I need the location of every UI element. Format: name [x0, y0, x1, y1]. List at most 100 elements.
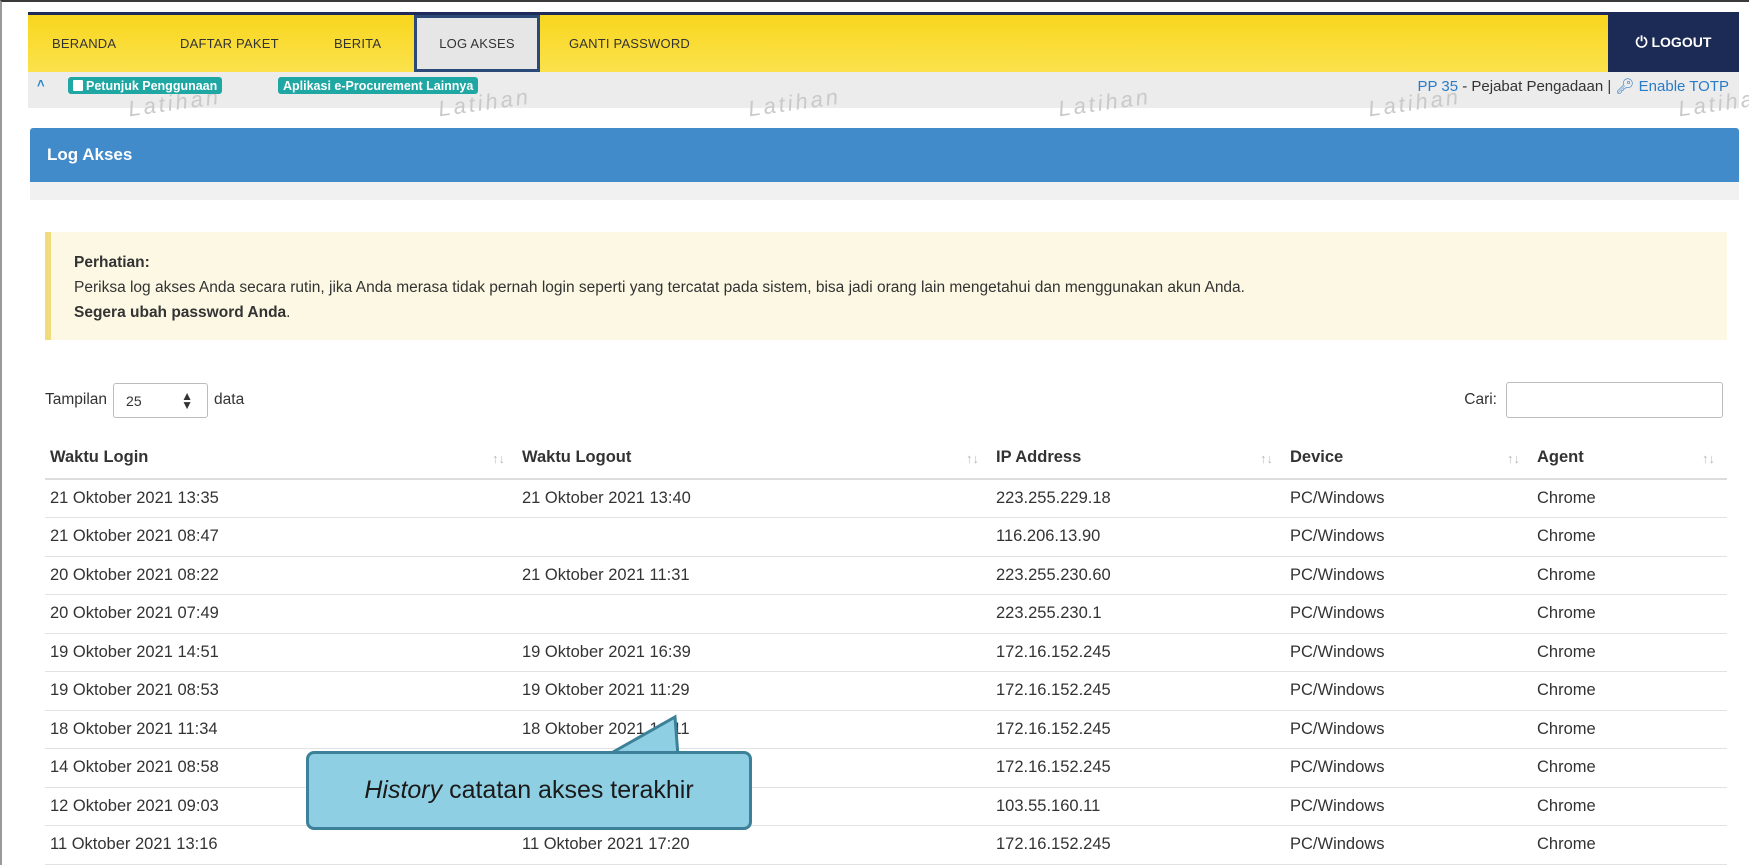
sort-icon: ↑↓ — [1702, 451, 1715, 466]
book-icon — [73, 80, 83, 91]
key-icon: 🔑︎ — [1615, 78, 1639, 95]
cell-ip-address: 172.16.152.245 — [991, 825, 1285, 865]
cell-device: PC/Windows — [1285, 671, 1532, 711]
pp-link[interactable]: PP 35 — [1417, 78, 1458, 95]
page-size-select[interactable]: 25 ▲ ▼ — [113, 382, 209, 418]
alert-emphasis: Segera ubah password Anda — [74, 304, 287, 321]
cell-ip-address: 116.206.13.90 — [991, 517, 1285, 557]
search-control: Cari: — [1464, 382, 1723, 418]
cell-ip-address: 223.255.229.18 — [991, 479, 1285, 518]
panel-title: Log Akses — [30, 128, 1739, 182]
table-row: 20 Oktober 2021 07:49 223.255.230.1 PC/Win… — [45, 594, 1727, 634]
cell-waktu-logout — [517, 594, 991, 634]
cell-waktu-logout: 18 Oktober 2021 12:11 — [517, 710, 991, 749]
table-row: 19 Oktober 2021 14:51 19 Oktober 2021 16:… — [45, 633, 1727, 672]
cell-waktu-logout: 19 Oktober 2021 11:29 — [517, 671, 991, 711]
table-row: 11 Oktober 2021 13:16 11 Oktober 2021 17:… — [45, 825, 1727, 865]
callout-italic: History — [364, 776, 443, 804]
enable-totp-link[interactable]: Enable TOTP — [1639, 78, 1729, 95]
alert-title: Perhatian: — [74, 254, 150, 271]
sub-bar: Latihan Latihan Latihan Latihan Latihan … — [28, 72, 1749, 121]
chevron-up-icon[interactable]: ˄ — [37, 76, 45, 91]
aplikasi-eproc-link[interactable]: Aplikasi e-Procurement Lainnya — [278, 77, 479, 94]
top-navbar: BERANDA DAFTAR PAKET BERITA LOG AKSES GA… — [28, 12, 1739, 72]
cell-agent: Chrome — [1532, 556, 1727, 595]
table-row: 21 Oktober 2021 13:35 21 Oktober 2021 13:… — [45, 479, 1727, 518]
role-text: - Pejabat Pengadaan | — [1458, 78, 1616, 95]
sort-icon: ↑↓ — [966, 451, 979, 466]
alert-body: Periksa log akses Anda secara rutin, jik… — [74, 279, 1245, 296]
cell-waktu-logout: 11 Oktober 2021 17:20 — [517, 825, 991, 865]
cell-waktu-logout: 21 Oktober 2021 11:31 — [517, 556, 991, 595]
sort-arrows-icon: ▲ ▼ — [181, 388, 194, 412]
cell-waktu-login: 20 Oktober 2021 07:49 — [45, 594, 517, 634]
nav-berita[interactable]: BERITA — [334, 15, 381, 72]
col-header-device[interactable]: Device ↑↓ — [1285, 437, 1532, 480]
page-size-control: Tampilan 25 ▲ ▼ data — [45, 382, 244, 418]
col-header-waktu-logout[interactable]: Waktu Logout ↑↓ — [517, 437, 991, 480]
cell-agent: Chrome — [1532, 517, 1727, 557]
cell-device: PC/Windows — [1285, 787, 1532, 826]
cell-waktu-logout: 19 Oktober 2021 16:39 — [517, 633, 991, 672]
cell-device: PC/Windows — [1285, 633, 1532, 672]
table-row: 14 Oktober 2021 08:58 172.16.152.245 PC/Wi… — [45, 748, 1727, 788]
cell-device: PC/Windows — [1285, 710, 1532, 749]
nav-ganti-password[interactable]: GANTI PASSWORD — [569, 15, 690, 72]
cell-agent: Chrome — [1532, 748, 1727, 788]
nav-daftar-paket[interactable]: DAFTAR PAKET — [180, 15, 279, 72]
cell-ip-address: 172.16.152.245 — [991, 710, 1285, 749]
cell-ip-address: 172.16.152.245 — [991, 671, 1285, 711]
page-size-value: 25 — [126, 392, 142, 409]
cell-device: PC/Windows — [1285, 556, 1532, 595]
cell-waktu-login: 21 Oktober 2021 13:35 — [45, 479, 517, 518]
cell-waktu-login: 21 Oktober 2021 08:47 — [45, 517, 517, 557]
cell-ip-address: 103.55.160.11 — [991, 787, 1285, 826]
data-label: data — [214, 391, 245, 408]
search-label: Cari: — [1464, 391, 1497, 408]
cell-waktu-logout: 21 Oktober 2021 13:40 — [517, 479, 991, 518]
logout-button[interactable]: ⏻ LOGOUT — [1608, 12, 1739, 72]
user-info: PP 35 - Pejabat Pengadaan | 🔑︎ Enable TO… — [1417, 77, 1729, 95]
cell-waktu-login: 19 Oktober 2021 08:53 — [45, 671, 517, 711]
table-row: 21 Oktober 2021 08:47 116.206.13.90 PC/Win… — [45, 517, 1727, 557]
search-input[interactable] — [1506, 382, 1723, 418]
sort-icon: ↑↓ — [492, 451, 505, 466]
cell-device: PC/Windows — [1285, 748, 1532, 788]
alert-emphasis-tail: . — [286, 304, 291, 321]
table-row: 12 Oktober 2021 09:03 103.55.160.11 PC/Win… — [45, 787, 1727, 826]
col-header-ip-address[interactable]: IP Address ↑↓ — [991, 437, 1285, 480]
cell-device: PC/Windows — [1285, 594, 1532, 634]
cell-waktu-login: 11 Oktober 2021 13:16 — [45, 825, 517, 865]
cell-ip-address: 172.16.152.245 — [991, 748, 1285, 788]
cell-agent: Chrome — [1532, 594, 1727, 634]
panel-divider — [30, 182, 1739, 200]
nav-log-akses[interactable]: LOG AKSES — [414, 15, 540, 72]
cell-agent: Chrome — [1532, 825, 1727, 865]
cell-device: PC/Windows — [1285, 825, 1532, 865]
nav-beranda[interactable]: BERANDA — [52, 15, 116, 72]
tampilan-label: Tampilan — [45, 391, 108, 408]
cell-ip-address: 223.255.230.60 — [991, 556, 1285, 595]
cell-device: PC/Windows — [1285, 517, 1532, 557]
logout-label: LOGOUT — [1651, 34, 1712, 50]
cell-ip-address: 223.255.230.1 — [991, 594, 1285, 634]
callout-text: catatan akses terakhir — [442, 776, 694, 804]
table-row: 20 Oktober 2021 08:22 21 Oktober 2021 11:… — [45, 556, 1727, 595]
cell-waktu-login: 20 Oktober 2021 08:22 — [45, 556, 517, 595]
table-row: 19 Oktober 2021 08:53 19 Oktober 2021 11:… — [45, 671, 1727, 711]
power-icon: ⏻ — [1635, 33, 1648, 51]
cell-agent: Chrome — [1532, 787, 1727, 826]
col-header-agent[interactable]: Agent ↑↓ — [1532, 437, 1727, 480]
sort-icon: ↑↓ — [1507, 451, 1520, 466]
col-header-waktu-login[interactable]: Waktu Login ↑↓ — [45, 437, 517, 480]
petunjuk-label: Petunjuk Penggunaan — [86, 78, 218, 93]
warning-alert: Perhatian: Periksa log akses Anda secara… — [45, 232, 1727, 340]
cell-waktu-login: 18 Oktober 2021 11:34 — [45, 710, 517, 749]
table-header-row: Waktu Login ↑↓ Waktu Logout ↑↓ IP Address ↑… — [45, 437, 1727, 480]
cell-waktu-logout — [517, 517, 991, 557]
table-row: 18 Oktober 2021 11:34 18 Oktober 2021 12:… — [45, 710, 1727, 749]
sort-icon: ↑↓ — [1260, 451, 1273, 466]
cell-waktu-login: 19 Oktober 2021 14:51 — [45, 633, 517, 672]
petunjuk-penggunaan-link[interactable]: Petunjuk Penggunaan — [68, 77, 223, 94]
cell-ip-address: 172.16.152.245 — [991, 633, 1285, 672]
